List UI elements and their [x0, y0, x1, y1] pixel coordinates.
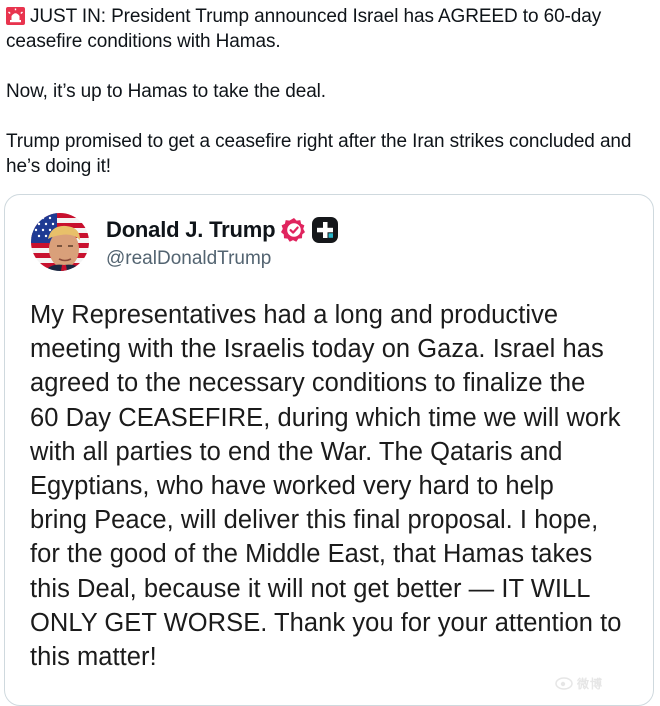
embedded-truth-card[interactable]: Donald J. Trump @realDonaldTrump My Repr… [4, 194, 654, 706]
truth-line: 60 Day CEASEFIRE, during which time we w… [30, 403, 621, 432]
siren-icon [6, 7, 25, 25]
post-line-1: JUST IN: President Trump announced Israe… [6, 4, 656, 29]
avatar[interactable] [31, 213, 89, 271]
truth-line: this matter! [30, 643, 157, 672]
handle[interactable]: @realDonaldTrump [106, 248, 271, 270]
truth-line: Egyptians, who have worked very hard to … [30, 472, 554, 501]
post-paragraph-2: Now, it’s up to Hamas to take the deal. [6, 81, 326, 102]
verified-badge-icon [281, 218, 306, 242]
truth-line: with all parties to end the War. The Qat… [30, 437, 563, 466]
truth-plus-badge-icon [312, 217, 339, 243]
truth-line: for the good of the Middle East, that Ha… [30, 540, 593, 569]
truth-line: bring Peace, will deliver this final pro… [30, 506, 599, 535]
post-paragraph-3-line-2: he’s doing it! [6, 156, 111, 177]
truth-line: ONLY GET WORSE. Thank you for your atten… [30, 608, 622, 637]
post-line-1-text: JUST IN: President Trump announced Israe… [30, 6, 602, 27]
truth-body: My Representatives had a long and produc… [30, 298, 640, 674]
truth-line: this Deal, because it will not get bette… [30, 574, 591, 603]
post-paragraph-3-line-1: Trump promised to get a ceasefire right … [6, 131, 632, 152]
truth-line: agreed to the necessary conditions to fi… [30, 369, 586, 398]
weibo-eye-icon [555, 677, 573, 690]
truth-line: meeting with the Israelis today on Gaza.… [30, 335, 604, 364]
watermark-text: 微博 [577, 676, 604, 691]
post-text: JUST IN: President Trump announced Israe… [6, 4, 656, 179]
watermark: 微博 [555, 674, 655, 692]
truth-line: My Representatives had a long and produc… [30, 301, 559, 329]
post-line-2: ceasefire conditions with Hamas. [6, 31, 281, 52]
name-row: Donald J. Trump [106, 215, 339, 245]
display-name[interactable]: Donald J. Trump [106, 217, 276, 243]
